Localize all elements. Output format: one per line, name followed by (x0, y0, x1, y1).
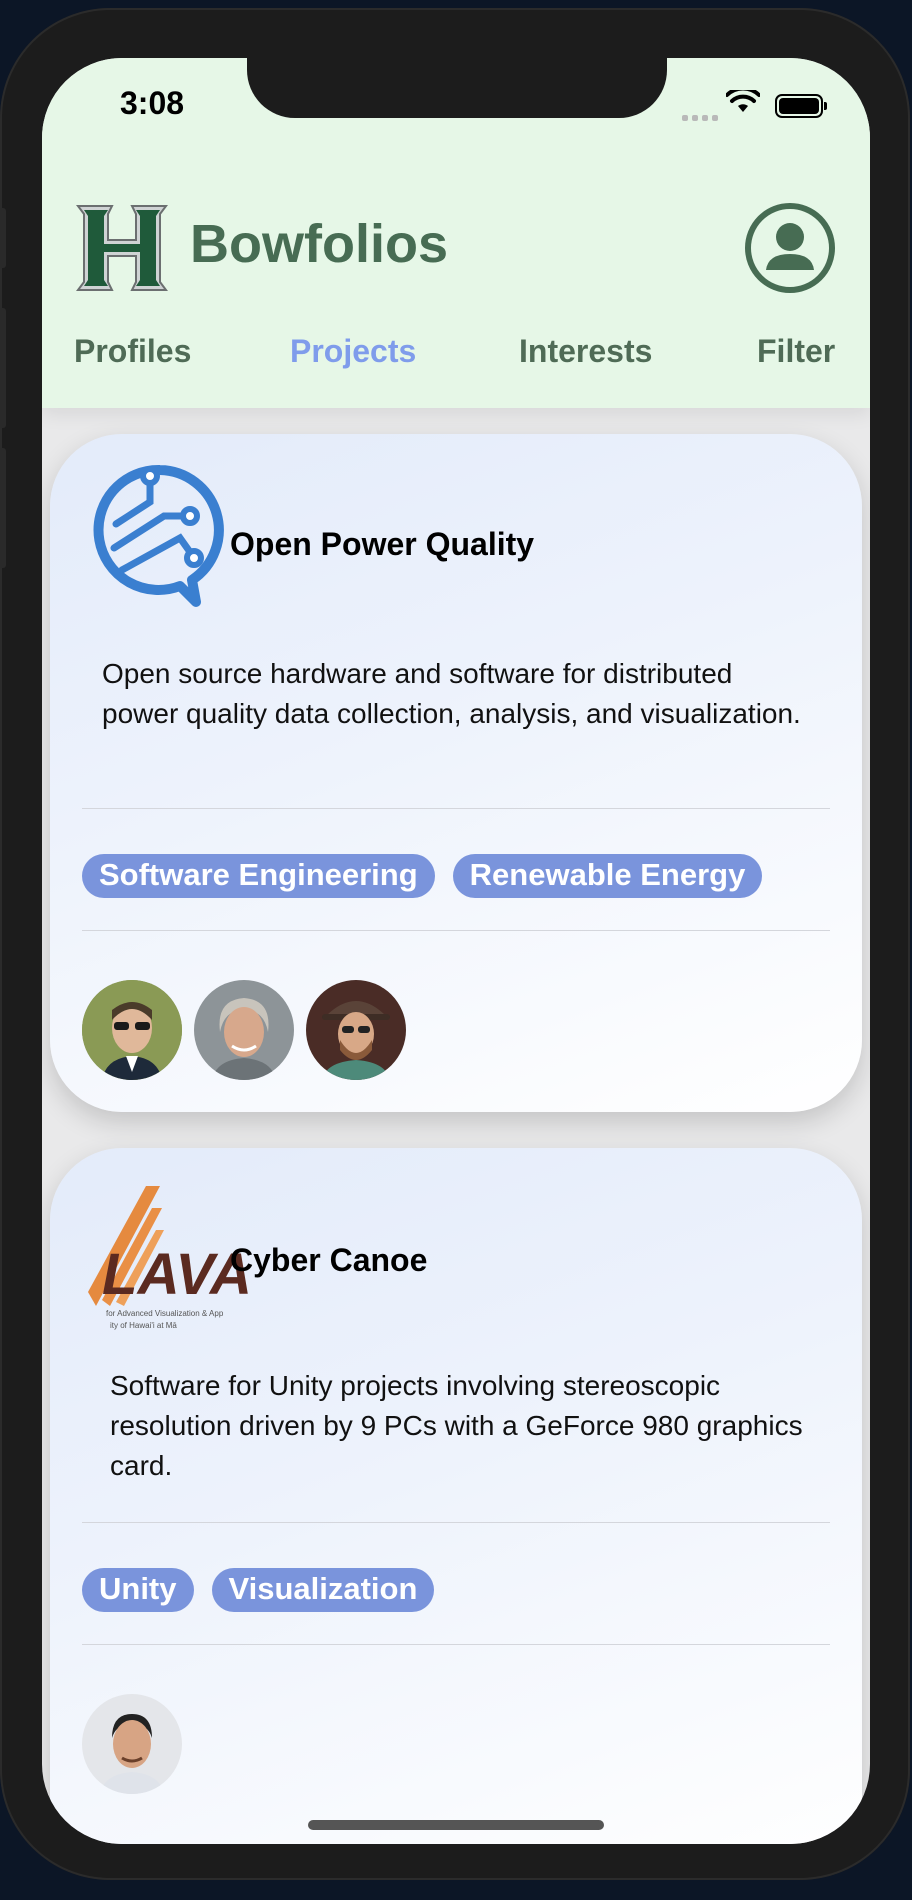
participant-avatar[interactable] (194, 980, 294, 1080)
status-time: 3:08 (120, 85, 185, 121)
participant-avatar[interactable] (82, 1694, 182, 1794)
divider (82, 930, 830, 931)
interest-chip[interactable]: Software Engineering (82, 854, 435, 898)
tab-profiles[interactable]: Profiles (74, 333, 191, 370)
interest-chip[interactable]: Renewable Energy (452, 854, 763, 898)
project-title: Open Power Quality (230, 526, 535, 562)
screen: 3:08 Bowfolios Profiles Projects Interes… (42, 58, 870, 1844)
participants (82, 980, 418, 1085)
volume-up-button (0, 308, 6, 428)
app-title: Bowfolios (190, 214, 448, 274)
participant-avatar[interactable] (82, 980, 182, 1080)
tab-projects[interactable]: Projects (290, 333, 416, 370)
project-title: Cyber Canoe (230, 1242, 428, 1278)
divider (82, 808, 830, 809)
tab-interests[interactable]: Interests (519, 333, 652, 370)
notch (247, 58, 667, 118)
circuit-chat-icon (93, 464, 224, 607)
wifi-icon (726, 90, 760, 112)
tab-bar: Profiles Projects Interests Filter (42, 333, 870, 393)
hawaii-h-logo (76, 205, 168, 291)
project-description: Software for Unity projects involving st… (110, 1370, 803, 1481)
home-indicator[interactable] (308, 1820, 604, 1830)
divider (82, 1522, 830, 1523)
battery-icon (775, 94, 827, 118)
interest-chips: Software Engineering Renewable Energy (82, 854, 780, 898)
phone-frame: 3:08 Bowfolios Profiles Projects Interes… (0, 8, 910, 1880)
volume-down-button (0, 448, 6, 568)
project-description: Open source hardware and software for di… (102, 658, 801, 729)
project-card[interactable]: Open Power Quality Open source hardware … (50, 434, 862, 1112)
participant-avatar[interactable] (306, 980, 406, 1080)
interest-chip[interactable]: Unity (82, 1568, 194, 1612)
signal-icon (682, 108, 722, 126)
project-card[interactable]: LAVA for Advanced Visualization & App it… (50, 1148, 862, 1844)
interest-chips: Unity Visualization (82, 1568, 452, 1612)
divider (82, 1644, 830, 1645)
side-button (0, 208, 6, 268)
svg-text:ity of Hawai'i at Mā: ity of Hawai'i at Mā (110, 1321, 177, 1330)
user-circle-icon[interactable] (744, 202, 836, 294)
participants (82, 1694, 194, 1799)
svg-text:for Advanced Visualization & A: for Advanced Visualization & App (106, 1309, 224, 1318)
tab-filter[interactable]: Filter (757, 333, 835, 370)
interest-chip[interactable]: Visualization (211, 1568, 435, 1612)
